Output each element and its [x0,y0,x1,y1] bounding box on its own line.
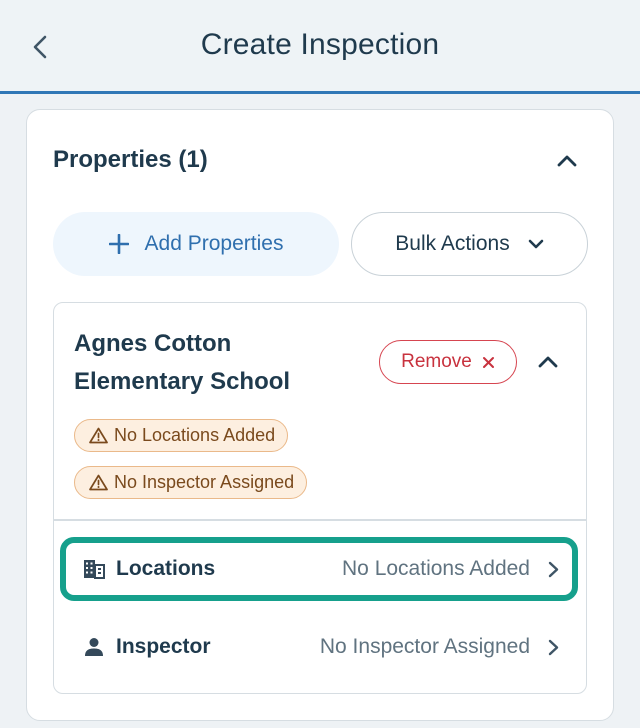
remove-property-button[interactable]: Remove [379,340,517,384]
add-properties-label: Add Properties [144,232,284,255]
warning-icon [89,474,108,491]
locations-row[interactable]: Locations No Locations Added [60,537,578,601]
person-icon [82,635,106,659]
inspector-label: Inspector [116,635,211,658]
app-header: Create Inspection [0,0,640,94]
property-name: Agnes Cotton Elementary School [74,330,291,395]
property-card: Agnes Cotton Elementary School Remove No… [53,302,587,694]
properties-section-title: Properties (1) [53,146,208,173]
chevron-up-icon [557,155,577,167]
chevron-up-icon [538,356,558,368]
properties-collapse-button[interactable] [551,146,583,176]
chevron-down-icon [528,239,544,248]
warning-badge-inspector: No Inspector Assigned [74,466,308,499]
inspector-row[interactable]: Inspector No Inspector Assigned [60,615,578,679]
chevron-right-icon [544,557,562,581]
warning-text: No Inspector Assigned [114,472,295,492]
building-icon [82,557,106,581]
inspector-value: No Inspector Assigned [319,635,530,658]
warning-badge-locations: No Locations Added [74,419,289,452]
warning-text: No Locations Added [114,425,276,445]
property-collapse-button[interactable] [532,345,564,379]
page-title: Create Inspection [200,28,440,61]
properties-card: Properties (1) Add Properties Bulk Actio… [26,109,614,721]
bulk-actions-button[interactable]: Bulk Actions [351,212,588,276]
add-properties-button[interactable]: Add Properties [53,212,339,276]
remove-label: Remove [401,351,472,372]
divider [54,519,586,521]
plus-icon [108,234,129,254]
chevron-right-icon [544,635,562,659]
locations-label: Locations [116,557,216,580]
close-icon [482,356,494,368]
warning-icon [89,427,108,444]
locations-value: No Locations Added [342,557,530,580]
bulk-actions-label: Bulk Actions [395,232,510,255]
